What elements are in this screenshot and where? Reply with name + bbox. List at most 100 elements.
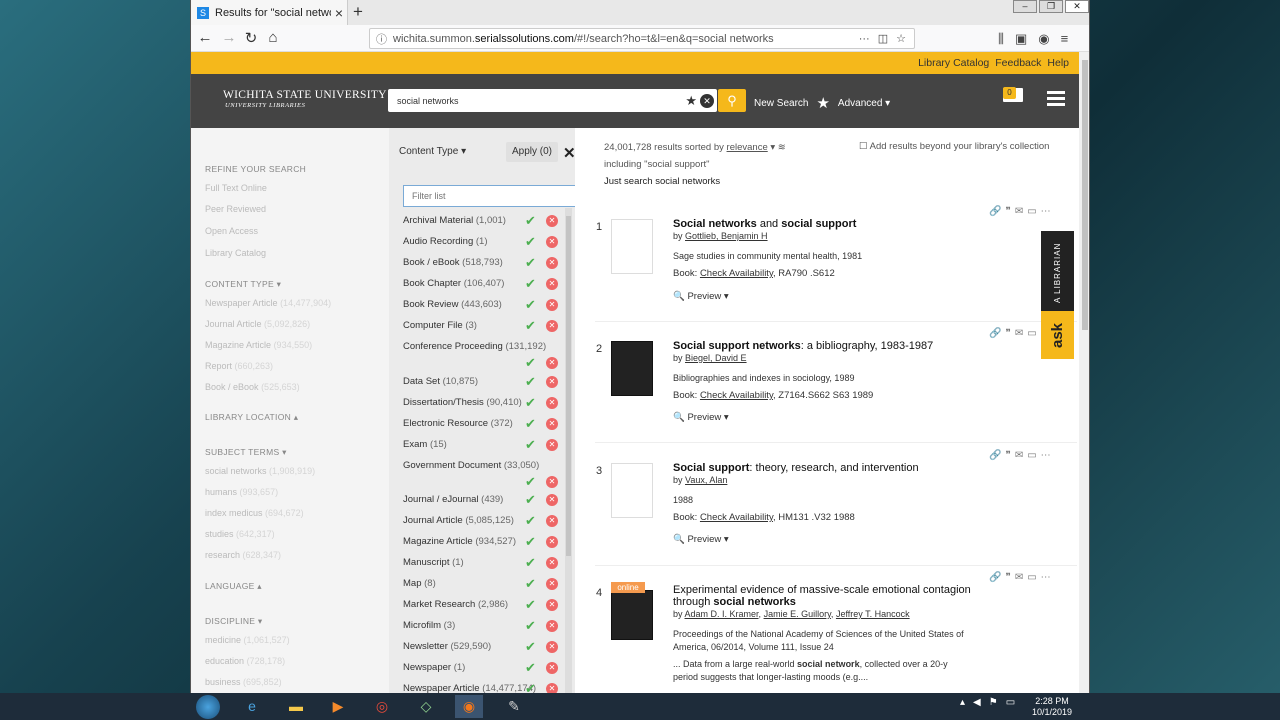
refine-open-access[interactable]: Open Access [205,226,258,236]
facet-item[interactable]: Magazine Article (934,550) [205,340,312,350]
include-check-icon[interactable]: ✔ [525,276,536,292]
facet-item[interactable]: Report (660,263) [205,361,273,371]
include-check-icon[interactable]: ✔ [525,234,536,250]
content-type-option[interactable]: Newsletter (529,590) [403,641,491,652]
result-title[interactable]: Social networks and social support [673,218,856,230]
discipline-heading[interactable]: DISCIPLINE ▾ [205,616,262,627]
content-type-option[interactable]: Manuscript (1) [403,557,464,568]
exclude-x-icon[interactable]: ✕ [546,662,558,674]
content-type-option[interactable]: Microfilm (3) [403,620,455,631]
exclude-x-icon[interactable]: ✕ [546,641,558,653]
exclude-x-icon[interactable]: ✕ [546,215,558,227]
home-icon[interactable]: ⌂ [263,29,283,46]
file-explorer-icon[interactable]: ▬ [282,695,310,718]
include-check-icon[interactable]: ✔ [525,597,536,613]
exclude-x-icon[interactable]: ✕ [546,536,558,548]
tab-close-icon[interactable]: × [331,5,347,21]
browser-tab[interactable]: S Results for "social networks" - ... × [191,0,348,25]
content-type-option[interactable]: Electronic Resource (372) [403,418,513,429]
content-type-option[interactable]: Book Review (443,603) [403,299,502,310]
facet-item[interactable]: studies (642,317) [205,529,275,539]
page-scrollbar[interactable] [1079,52,1089,693]
content-type-option[interactable]: Magazine Article (934,527) [403,536,516,547]
facet-item[interactable]: business (695,852) [205,677,282,687]
content-type-option[interactable]: Conference Proceeding (131,192) [403,341,546,352]
exclude-x-icon[interactable]: ✕ [546,299,558,311]
save-search-star-icon[interactable]: ★ [685,93,697,109]
facet-item[interactable]: Newspaper Article (14,477,904) [205,298,331,308]
library-icon[interactable]: ⫼ [998,31,1004,47]
content-type-option[interactable]: Newspaper (1) [403,662,465,673]
url-bar[interactable]: ⓘ wichita.summon.serialssolutions.com/#!… [369,28,915,49]
content-type-dropdown[interactable]: Content Type ▾ [399,146,466,157]
just-search-link[interactable]: Just search social networks [604,173,786,190]
include-check-icon[interactable]: ✔ [525,513,536,529]
university-logo[interactable]: WICHITA STATE UNIVERSITY [223,89,387,101]
flag-icon[interactable]: ⚑ [989,697,998,708]
library-location-heading[interactable]: LIBRARY LOCATION ▴ [205,412,298,423]
subject-terms-heading[interactable]: SUBJECT TERMS ▾ [205,447,287,458]
close-window-icon[interactable]: ✕ [1065,0,1089,13]
search-input[interactable]: social networks ★ ✕ [388,89,717,112]
content-type-option[interactable]: Journal / eJournal (439) [403,494,503,505]
include-check-icon[interactable]: ✔ [525,660,536,676]
menu-icon[interactable]: ≡ [1061,31,1069,47]
result-actions[interactable]: 🔗❞✉▭⋯ [989,450,1055,461]
include-check-icon[interactable]: ✔ [525,555,536,571]
firefox-icon[interactable]: ◉ [455,695,483,718]
exclude-x-icon[interactable]: ✕ [546,475,558,488]
help-link[interactable]: Help [1047,57,1069,69]
exclude-x-icon[interactable]: ✕ [546,599,558,611]
content-type-option[interactable]: Book Chapter (106,407) [403,278,504,289]
pocket-icon[interactable]: ◫ [878,32,888,45]
include-check-icon[interactable]: ✔ [525,297,536,313]
ie-icon[interactable]: e [238,695,266,718]
ask-a-librarian-widget[interactable]: A LIBRARIAN ask [1041,231,1074,359]
exclude-x-icon[interactable]: ✕ [546,683,558,693]
app-icon[interactable]: ◇ [412,695,440,718]
volume-icon[interactable]: ◀ [973,697,981,708]
new-search-link[interactable]: New Search [754,98,808,109]
search-icon[interactable]: ⚲ [718,89,746,112]
preview-button[interactable]: 🔍 Preview ▾ [673,534,729,545]
content-type-option[interactable]: Computer File (3) [403,320,477,331]
exclude-x-icon[interactable]: ✕ [546,278,558,290]
result-title[interactable]: Social support: theory, research, and in… [673,462,919,474]
preview-button[interactable]: 🔍 Preview ▾ [673,412,729,423]
saved-items-star-icon[interactable]: ★ [816,94,829,112]
content-type-option[interactable]: Exam (15) [403,439,447,450]
exclude-x-icon[interactable]: ✕ [546,236,558,248]
book-cover-thumbnail[interactable] [611,463,653,518]
feedback-link[interactable]: Feedback [995,57,1041,69]
facet-item[interactable]: medicine (1,061,527) [205,635,290,645]
clear-search-icon[interactable]: ✕ [700,93,714,108]
start-button-icon[interactable] [196,695,220,719]
page-actions-icon[interactable]: ··· [859,33,870,45]
exclude-x-icon[interactable]: ✕ [546,557,558,569]
include-check-icon[interactable]: ✔ [525,576,536,592]
exclude-x-icon[interactable]: ✕ [546,620,558,632]
minimize-icon[interactable]: – [1013,0,1037,13]
facet-item[interactable]: research (628,347) [205,550,281,560]
maximize-icon[interactable]: ❐ [1039,0,1063,13]
exclude-x-icon[interactable]: ✕ [546,417,558,430]
journal-cover-thumbnail[interactable] [611,590,653,640]
language-heading[interactable]: LANGUAGE ▴ [205,581,262,592]
include-check-icon[interactable]: ✔ [525,492,536,508]
include-check-icon[interactable]: ✔ [525,618,536,634]
include-check-icon[interactable]: ✔ [525,355,536,371]
apply-button[interactable]: Apply (0) [506,142,558,162]
sidebar-icon[interactable]: ▣ [1015,31,1027,47]
advanced-search-link[interactable]: Advanced ▾ [838,98,890,109]
exclude-x-icon[interactable]: ✕ [546,357,558,369]
refine-library-catalog[interactable]: Library Catalog [205,248,266,258]
account-icon[interactable]: ◉ [1038,31,1049,47]
preview-button[interactable]: 🔍 Preview ▾ [673,291,729,302]
content-type-option[interactable]: Book / eBook (518,793) [403,257,503,268]
exclude-x-icon[interactable]: ✕ [546,257,558,269]
add-beyond-checkbox[interactable]: ☐ Add results beyond your library's coll… [859,141,1049,152]
exclude-x-icon[interactable]: ✕ [546,494,558,506]
network-icon[interactable]: ▭ [1006,697,1015,708]
library-catalog-link[interactable]: Library Catalog [918,57,989,69]
content-type-option[interactable]: Map (8) [403,578,436,589]
